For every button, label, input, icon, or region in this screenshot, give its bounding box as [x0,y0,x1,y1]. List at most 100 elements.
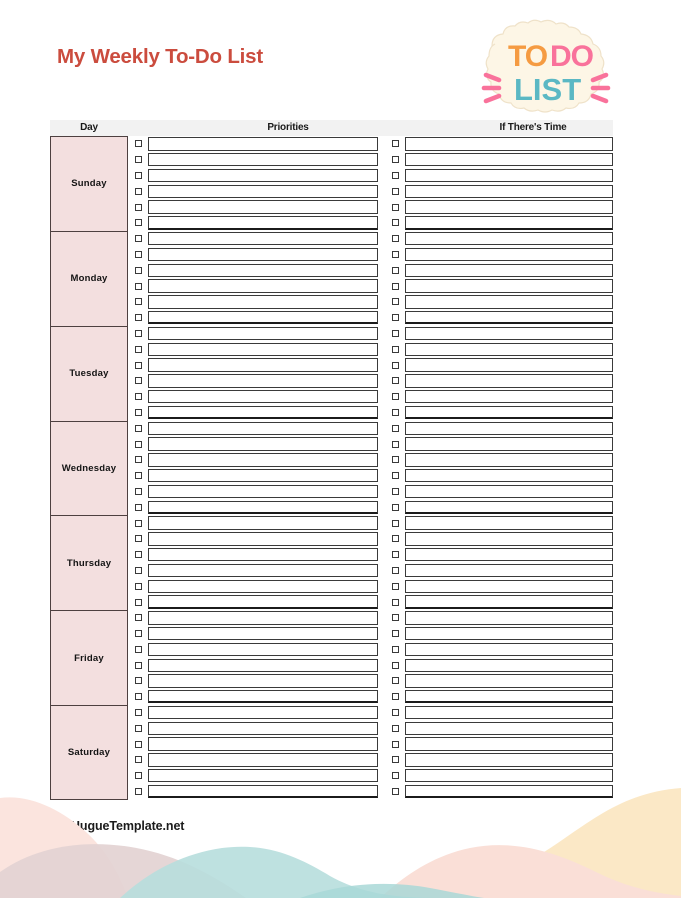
priority-write-line[interactable] [148,200,378,214]
priority-checkbox[interactable] [135,219,142,227]
priority-checkbox[interactable] [135,156,142,164]
if-theres-time-checkbox[interactable] [392,377,399,385]
if-theres-time-checkbox[interactable] [392,582,399,590]
if-theres-time-checkbox[interactable] [392,598,399,606]
if-theres-time-checkbox[interactable] [392,314,399,322]
priority-checkbox[interactable] [135,551,142,559]
priority-write-line[interactable] [148,468,378,483]
if-theres-time-write-line[interactable] [405,295,613,309]
if-theres-time-checkbox[interactable] [392,645,399,653]
priority-checkbox[interactable] [135,345,142,353]
if-theres-time-write-line[interactable] [405,137,613,151]
priority-checkbox[interactable] [135,756,142,764]
priority-checkbox[interactable] [135,645,142,653]
if-theres-time-checkbox[interactable] [392,456,399,464]
priority-write-line[interactable] [148,421,378,435]
priority-write-line[interactable] [148,642,378,657]
priority-write-line[interactable] [148,595,378,609]
priority-write-line[interactable] [148,216,378,230]
priority-write-line[interactable] [148,705,378,720]
if-theres-time-checkbox[interactable] [392,756,399,764]
priority-write-line[interactable] [148,374,378,388]
priority-checkbox[interactable] [135,693,142,701]
if-theres-time-write-line[interactable] [405,595,613,609]
if-theres-time-checkbox[interactable] [392,503,399,511]
priority-write-line[interactable] [148,263,378,277]
priority-checkbox[interactable] [135,298,142,306]
priority-write-line[interactable] [148,389,378,404]
if-theres-time-checkbox[interactable] [392,250,399,258]
if-theres-time-write-line[interactable] [405,279,613,293]
if-theres-time-write-line[interactable] [405,405,613,420]
if-theres-time-checkbox[interactable] [392,677,399,685]
priority-write-line[interactable] [148,295,378,309]
if-theres-time-checkbox[interactable] [392,345,399,353]
if-theres-time-write-line[interactable] [405,753,613,767]
priority-checkbox[interactable] [135,709,142,717]
if-theres-time-write-line[interactable] [405,500,613,514]
if-theres-time-checkbox[interactable] [392,408,399,416]
priority-write-line[interactable] [148,516,378,530]
priority-checkbox[interactable] [135,487,142,495]
if-theres-time-write-line[interactable] [405,437,613,451]
priority-checkbox[interactable] [135,424,142,432]
if-theres-time-write-line[interactable] [405,690,613,704]
if-theres-time-checkbox[interactable] [392,266,399,274]
if-theres-time-write-line[interactable] [405,516,613,530]
if-theres-time-write-line[interactable] [405,358,613,372]
priority-checkbox[interactable] [135,266,142,274]
priority-write-line[interactable] [148,500,378,514]
if-theres-time-checkbox[interactable] [392,219,399,227]
if-theres-time-checkbox[interactable] [392,630,399,638]
if-theres-time-write-line[interactable] [405,389,613,404]
priority-checkbox[interactable] [135,314,142,322]
priority-checkbox[interactable] [135,408,142,416]
priority-checkbox[interactable] [135,361,142,369]
priority-checkbox[interactable] [135,519,142,527]
priority-checkbox[interactable] [135,140,142,148]
priority-checkbox[interactable] [135,203,142,211]
priority-write-line[interactable] [148,721,378,736]
priority-checkbox[interactable] [135,440,142,448]
if-theres-time-checkbox[interactable] [392,724,399,732]
if-theres-time-write-line[interactable] [405,611,613,625]
if-theres-time-checkbox[interactable] [392,740,399,748]
if-theres-time-write-line[interactable] [405,737,613,751]
priority-write-line[interactable] [148,674,378,688]
priority-checkbox[interactable] [135,661,142,669]
if-theres-time-write-line[interactable] [405,547,613,562]
if-theres-time-checkbox[interactable] [392,693,399,701]
priority-checkbox[interactable] [135,772,142,780]
priority-write-line[interactable] [148,547,378,562]
priority-write-line[interactable] [148,626,378,641]
if-theres-time-write-line[interactable] [405,231,613,246]
if-theres-time-checkbox[interactable] [392,551,399,559]
if-theres-time-write-line[interactable] [405,453,613,467]
if-theres-time-write-line[interactable] [405,326,613,341]
if-theres-time-checkbox[interactable] [392,661,399,669]
priority-write-line[interactable] [148,342,378,356]
priority-checkbox[interactable] [135,472,142,480]
if-theres-time-checkbox[interactable] [392,614,399,622]
priority-checkbox[interactable] [135,503,142,511]
if-theres-time-checkbox[interactable] [392,298,399,306]
if-theres-time-checkbox[interactable] [392,187,399,195]
if-theres-time-checkbox[interactable] [392,440,399,448]
if-theres-time-write-line[interactable] [405,468,613,483]
if-theres-time-checkbox[interactable] [392,424,399,432]
priority-write-line[interactable] [148,310,378,325]
priority-write-line[interactable] [148,326,378,341]
if-theres-time-write-line[interactable] [405,247,613,262]
if-theres-time-checkbox[interactable] [392,519,399,527]
priority-checkbox[interactable] [135,456,142,464]
priority-checkbox[interactable] [135,614,142,622]
if-theres-time-checkbox[interactable] [392,282,399,290]
if-theres-time-checkbox[interactable] [392,171,399,179]
priority-write-line[interactable] [148,437,378,451]
if-theres-time-checkbox[interactable] [392,235,399,243]
priority-checkbox[interactable] [135,329,142,337]
if-theres-time-write-line[interactable] [405,374,613,388]
if-theres-time-write-line[interactable] [405,342,613,356]
priority-checkbox[interactable] [135,282,142,290]
priority-write-line[interactable] [148,563,378,578]
